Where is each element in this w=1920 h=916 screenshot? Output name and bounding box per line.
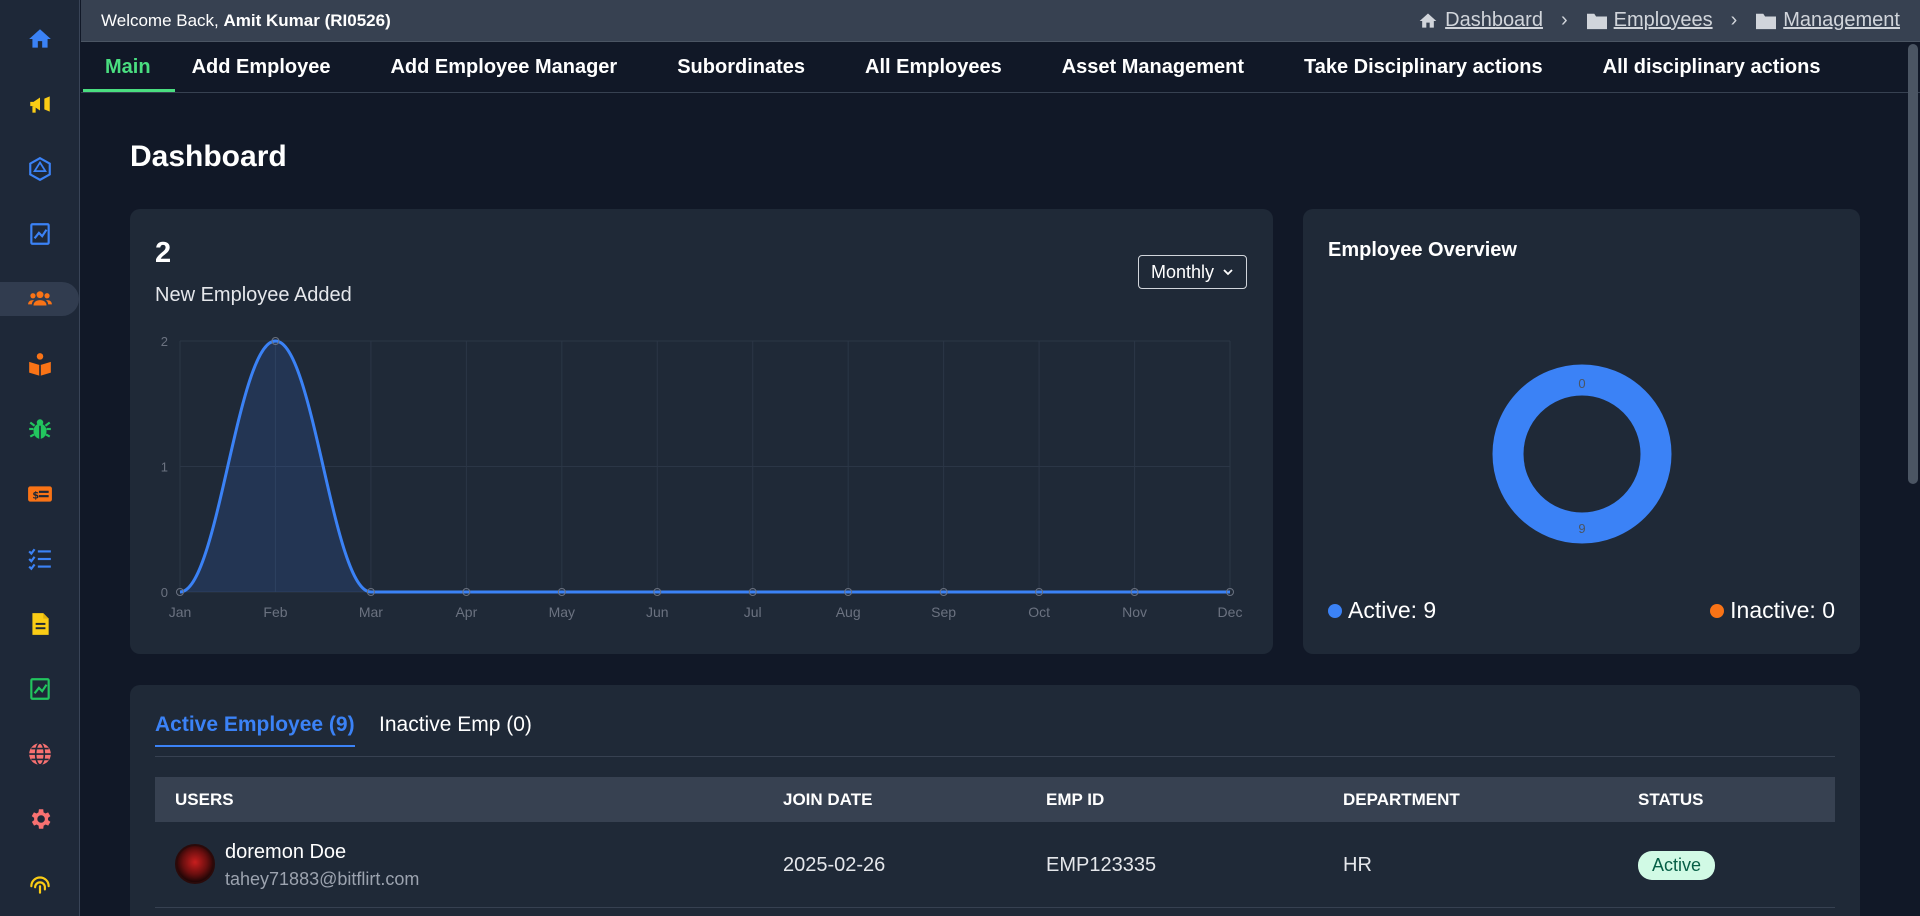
tab-asset-management[interactable]: Asset Management [1032,43,1274,92]
employee-overview-card: Employee Overview 09 Active: 9 Inactive:… [1303,209,1860,654]
column-header-join-date: JOIN DATE [783,789,873,809]
tab-subordinates[interactable]: Subordinates [647,43,835,92]
bug-icon[interactable] [0,412,79,446]
money-card-icon[interactable]: $ [0,477,79,511]
user-email-cell: tahey71883@bitflirt.com [225,869,420,889]
page-title: Dashboard [130,140,287,173]
home-icon [1419,13,1437,28]
tab-all-disciplinary-actions[interactable]: All disciplinary actions [1573,43,1851,92]
welcome-message: Welcome Back, Amit Kumar (RI0526) [101,11,391,31]
x-tick-label: Oct [1028,604,1050,620]
donut-label-active: 9 [1578,521,1585,536]
breadcrumb: Dashboard › Employees › Management [1417,9,1900,32]
y-tick-label: 0 [161,585,168,600]
x-tick-label: Sep [931,604,956,620]
tab-add-employee-manager[interactable]: Add Employee Manager [360,43,647,92]
user-name: Amit Kumar (RI0526) [223,10,391,30]
join-date-cell: 2025-02-26 [783,853,886,876]
column-header-status: STATUS [1638,789,1704,809]
new-employee-chart-card: 2 New Employee Added Monthly 0 1 2 Jan Feb Ma… [130,209,1273,654]
y-tick-label: 2 [161,334,168,349]
tab-main[interactable]: Main [81,43,175,92]
table-row[interactable]: doremon Doe tahey71883@bitflirt.com 2025… [155,822,1835,908]
x-tick-label: Jan [169,604,192,620]
gear-icon[interactable] [0,802,79,836]
status-badge: Active [1638,850,1716,880]
welcome-prefix: Welcome Back, [101,10,219,30]
breadcrumb-dashboard-label: Dashboard [1445,9,1543,31]
tab-take-disciplinary-actions[interactable]: Take Disciplinary actions [1274,43,1573,92]
chart-file-icon[interactable] [0,217,79,251]
x-tick-label: Feb [263,604,287,620]
breadcrumb-employees-label: Employees [1613,9,1713,31]
chart-file-green-icon[interactable] [0,672,79,706]
x-tick-label: May [549,604,575,620]
legend-active: Active: 9 [1328,597,1436,624]
tab-inactive-employee[interactable]: Inactive Emp (0) [379,713,532,737]
breadcrumb-dashboard[interactable]: Dashboard [1417,9,1543,32]
users-icon[interactable] [0,282,79,316]
x-tick-label: Jul [744,604,762,620]
status-cell: Active [1638,822,1716,908]
tabs-divider [155,756,1835,757]
user-name-cell: doremon Doe [225,841,347,863]
legend-active-label: Active: 9 [1348,597,1437,623]
folder-icon [1756,13,1777,29]
sidebar: $ [0,0,80,916]
x-tick-label: Apr [455,604,477,620]
tab-all-employees[interactable]: All Employees [835,43,1032,92]
x-tick-label: Mar [359,604,383,620]
x-tick-label: Jun [646,604,669,620]
megaphone-icon[interactable] [0,87,79,121]
column-header-department: DEPARTMENT [1343,789,1460,809]
globe-icon[interactable] [0,737,79,771]
avatar [175,844,215,884]
active-dot-icon [1328,603,1342,618]
checklist-icon[interactable] [0,542,79,576]
column-header-emp-id: EMP ID [1046,789,1105,809]
department-cell: HR [1343,853,1372,876]
employee-table-card: Active Employee (9) Inactive Emp (0) USE… [130,685,1860,916]
column-header-users: USERS [175,789,234,809]
emp-id-cell: EMP123335 [1046,853,1157,876]
breadcrumb-management-label: Management [1783,9,1900,31]
main-nav-tabs: Main Add Employee Add Employee Manager S… [81,43,1920,93]
inactive-dot-icon [1710,603,1725,618]
x-tick-label: Aug [836,604,861,620]
home-icon[interactable] [0,22,79,56]
new-employee-line-chart: 0 1 2 Jan Feb Mar Apr May Jun Jul Aug Sep Oct Nov Dec [161,334,1243,620]
chevron-right-icon: › [1730,9,1738,31]
x-tick-label: Dec [1218,604,1243,620]
x-tick-label: Nov [1122,604,1147,620]
breadcrumb-management[interactable]: Management [1755,9,1900,32]
tab-add-employee[interactable]: Add Employee [175,43,361,92]
book-reader-icon[interactable] [0,347,79,381]
folder-icon [1586,13,1607,29]
page-scrollbar[interactable] [1908,44,1918,484]
donut-label-inactive: 0 [1578,376,1585,391]
svg-text:$: $ [32,490,39,501]
breadcrumb-employees[interactable]: Employees [1586,9,1713,32]
tab-active-employee[interactable]: Active Employee (9) [155,713,355,747]
y-tick-label: 1 [161,460,168,475]
chevron-right-icon: › [1560,9,1568,31]
legend-inactive-label: Inactive: 0 [1730,597,1835,623]
legend-inactive: Inactive: 0 [1710,597,1835,624]
document-icon[interactable] [0,607,79,641]
fingerprint-icon[interactable] [0,867,79,901]
table-header: USERS JOIN DATE EMP ID DEPARTMENT STATUS [155,777,1835,822]
employee-overview-donut: 09 [1492,364,1672,544]
dice-icon[interactable] [0,152,79,186]
donut-slice-active[interactable] [1492,364,1672,544]
top-bar: Welcome Back, Amit Kumar (RI0526) Dashbo… [81,0,1920,42]
